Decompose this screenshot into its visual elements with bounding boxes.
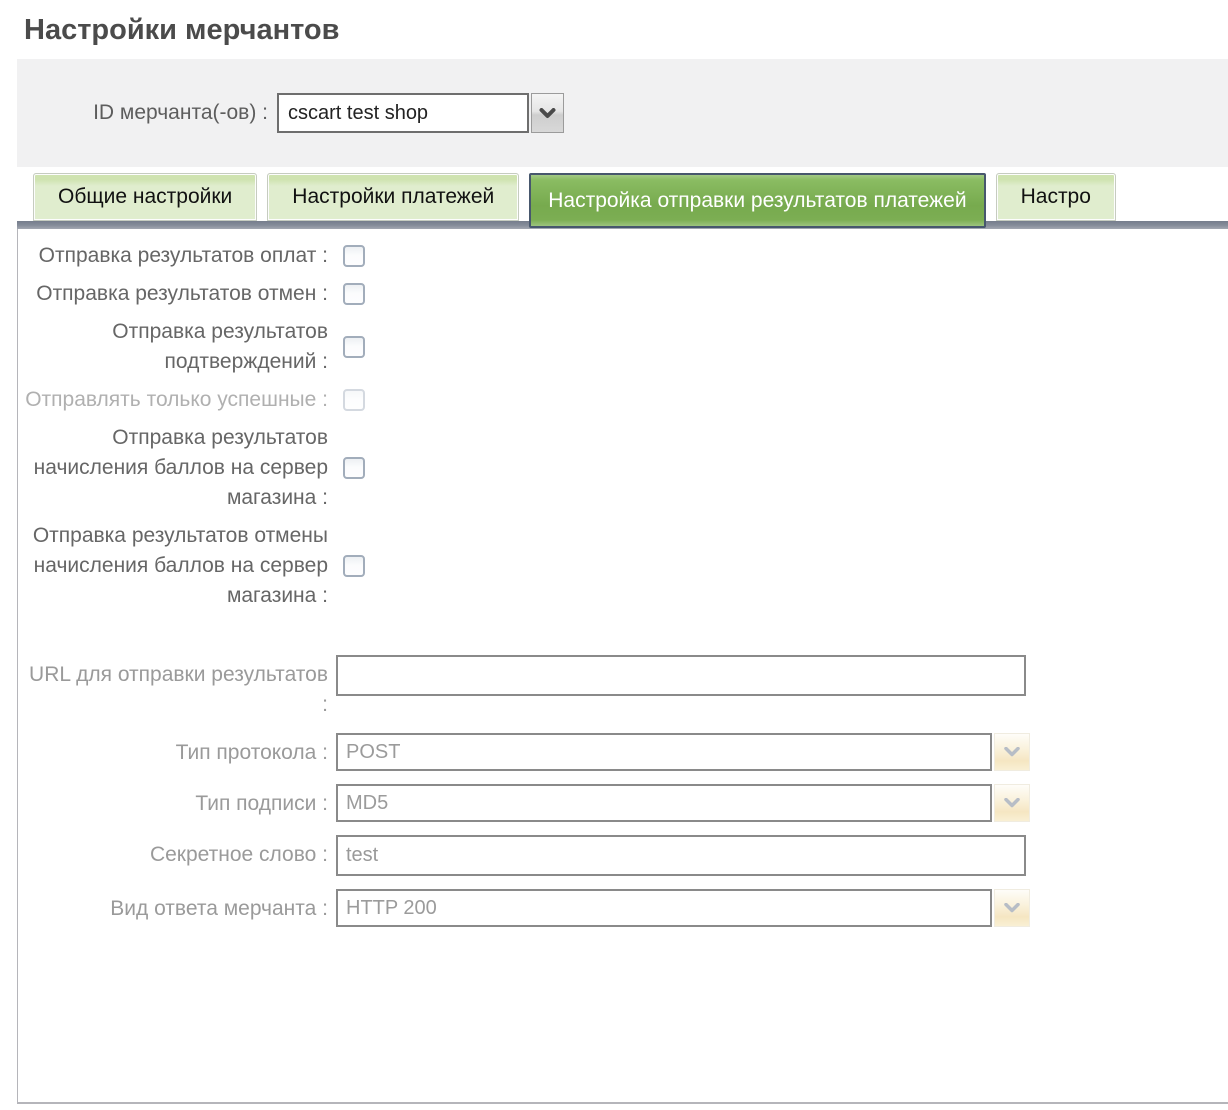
merchant-selector-panel: ID мерчанта(-ов) : cscart test shop xyxy=(17,59,1228,167)
response-type-select-value: HTTP 200 xyxy=(336,889,992,927)
confirmation-results-checkbox[interactable] xyxy=(343,336,365,358)
tab-payment-results-sending[interactable]: Настройка отправки результатов платежей xyxy=(529,173,985,228)
tab-content-panel: Отправка результатов оплат : Отправка ре… xyxy=(17,229,1228,1104)
checkbox-label: Отправка результатов отмен : xyxy=(18,279,328,309)
merchant-id-select-value: cscart test shop xyxy=(277,93,529,133)
tab-clipped[interactable]: Настро xyxy=(996,173,1116,221)
checkbox-row-cancel-results: Отправка результатов отмен : xyxy=(18,279,1228,309)
result-sending-form: URL для отправки результатов : Тип прото… xyxy=(18,655,1228,927)
result-url-input[interactable] xyxy=(336,655,1026,696)
protocol-select-value: POST xyxy=(336,733,992,771)
checkbox-label: Отправка результатов начисления баллов н… xyxy=(18,423,328,513)
points-accrual-checkbox[interactable] xyxy=(343,457,365,479)
only-successful-checkbox-disabled xyxy=(343,389,365,411)
signature-label: Тип подписи : xyxy=(18,784,328,819)
checkbox-label: Отправлять только успешные : xyxy=(18,385,328,415)
checkbox-row-payment-results: Отправка результатов оплат : xyxy=(18,241,1228,271)
checkbox-row-points-cancel: Отправка результатов отмены начисления б… xyxy=(18,521,1228,611)
chevron-down-icon[interactable] xyxy=(994,784,1030,822)
merchant-id-label: ID мерчанта(-ов) : xyxy=(17,101,277,125)
response-type-select[interactable]: HTTP 200 xyxy=(336,889,1030,927)
tab-general-settings[interactable]: Общие настройки xyxy=(33,173,257,221)
form-row-signature: Тип подписи : MD5 xyxy=(18,784,1228,822)
protocol-select[interactable]: POST xyxy=(336,733,1030,771)
chevron-down-icon[interactable] xyxy=(994,889,1030,927)
checkbox-row-only-successful: Отправлять только успешные : xyxy=(18,385,1228,415)
signature-select[interactable]: MD5 xyxy=(336,784,1030,822)
checkbox-label: Отправка результатов отмены начисления б… xyxy=(18,521,328,611)
form-row-protocol: Тип протокола : POST xyxy=(18,733,1228,771)
chevron-down-icon[interactable] xyxy=(994,733,1030,771)
payment-results-checkbox[interactable] xyxy=(343,245,365,267)
tab-payment-settings[interactable]: Настройки платежей xyxy=(267,173,519,221)
form-row-url: URL для отправки результатов : xyxy=(18,655,1228,720)
cancel-results-checkbox[interactable] xyxy=(343,283,365,305)
protocol-label: Тип протокола : xyxy=(18,733,328,768)
response-type-label: Вид ответа мерчанта : xyxy=(18,889,328,924)
checkbox-label: Отправка результатов оплат : xyxy=(18,241,328,271)
tab-bar: Общие настройки Настройки платежей Настр… xyxy=(33,169,1228,221)
merchant-id-select[interactable]: cscart test shop xyxy=(277,93,564,133)
form-row-secret-word: Секретное слово : xyxy=(18,835,1228,876)
page-title: Настройки мерчантов xyxy=(24,14,1228,47)
signature-select-value: MD5 xyxy=(336,784,992,822)
checkbox-label: Отправка результатов подтверждений : xyxy=(18,317,328,377)
url-label: URL для отправки результатов : xyxy=(18,655,328,720)
checkbox-row-points-accrual: Отправка результатов начисления баллов н… xyxy=(18,423,1228,513)
secret-word-label: Секретное слово : xyxy=(18,835,328,870)
chevron-down-icon[interactable] xyxy=(531,93,564,133)
secret-word-input[interactable] xyxy=(336,835,1026,876)
checkbox-row-confirmation-results: Отправка результатов подтверждений : xyxy=(18,317,1228,377)
form-row-response-type: Вид ответа мерчанта : HTTP 200 xyxy=(18,889,1228,927)
points-cancel-checkbox[interactable] xyxy=(343,555,365,577)
